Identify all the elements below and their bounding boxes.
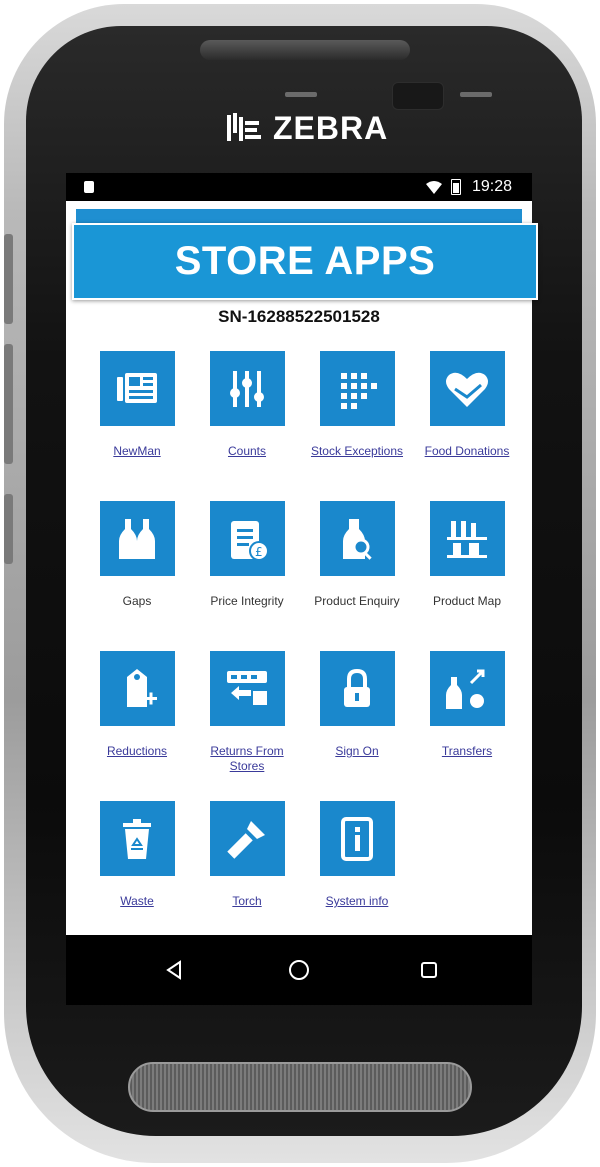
svg-text:£: £ [255,545,263,559]
brand-name: ZEBRA [273,109,389,146]
home-button[interactable] [282,953,316,987]
app-label[interactable]: Stock Exceptions [303,444,411,459]
status-bar: 19:28 [66,173,532,201]
app-system-info[interactable]: System info [302,801,412,951]
app-torch[interactable]: Torch [192,801,302,951]
light-sensor [460,92,492,97]
stock-exceptions-icon[interactable] [319,351,395,426]
scan-button[interactable] [4,494,13,564]
app-label[interactable]: NewMan [83,444,191,459]
status-time: 19:28 [472,178,513,195]
back-triangle-icon [166,960,181,980]
flashlight-icon[interactable] [209,801,285,876]
app-food-donations[interactable]: Food Donations [412,351,522,501]
brand-logo: ZEBRA [225,110,388,146]
recent-apps-button[interactable] [412,953,446,987]
app-product-map[interactable]: Product Map [412,501,522,651]
serial-number: SN-16288522501528 [218,307,380,326]
app-content: SN-16288522501528 NewMan Counts Stock Ex… [66,201,532,935]
price-tag-icon[interactable] [99,651,175,726]
shelf-icon[interactable] [429,501,505,576]
app-product-enquiry[interactable]: Product Enquiry [302,501,412,651]
app-label[interactable]: Transfers [413,744,521,759]
bottles-icon[interactable] [99,501,175,576]
app-label[interactable]: Waste [83,894,191,909]
square-icon [421,962,437,978]
heart-hands-icon[interactable] [429,351,505,426]
side-button[interactable] [4,234,13,324]
app-returns-from-stores[interactable]: Returns From Stores [192,651,302,801]
notification-icon [84,181,94,193]
app-stock-exceptions[interactable]: Stock Exceptions [302,351,412,501]
app-sign-on[interactable]: Sign On [302,651,412,801]
bottle-search-icon[interactable] [319,501,395,576]
info-icon[interactable] [319,801,395,876]
nav-bar [66,935,532,1005]
app-label[interactable]: Counts [193,444,301,459]
battery-icon [451,179,461,195]
banner-title: STORE APPS [174,239,436,283]
lock-icon[interactable] [319,651,395,726]
zebra-head-icon [227,113,261,141]
counts-icon[interactable] [209,351,285,426]
newspaper-icon[interactable] [99,351,175,426]
header-bar [76,209,522,223]
app-label[interactable]: Returns From Stores [193,744,301,774]
app-label[interactable]: Product Enquiry [303,594,411,609]
app-counts[interactable]: Counts [192,351,302,501]
app-label[interactable]: Gaps [83,594,191,609]
app-newman[interactable]: NewMan [82,351,192,501]
app-reductions[interactable]: Reductions [82,651,192,801]
app-waste[interactable]: Waste [82,801,192,951]
transfer-icon[interactable] [429,651,505,726]
front-camera [392,82,444,110]
app-label[interactable]: Product Map [413,594,521,609]
recycle-bin-icon[interactable] [99,801,175,876]
app-label[interactable]: Sign On [303,744,411,759]
app-transfers[interactable]: Transfers [412,651,522,801]
app-label[interactable]: Food Donations [413,444,521,459]
app-label[interactable]: Price Integrity [193,594,301,609]
price-clipboard-icon[interactable]: £ [209,501,285,576]
store-return-icon[interactable] [209,651,285,726]
app-label[interactable]: Torch [193,894,301,909]
store-apps-banner: STORE APPS [72,223,538,300]
bottom-speaker [128,1062,472,1112]
app-label[interactable]: Reductions [83,744,191,759]
app-label[interactable]: System info [303,894,411,909]
home-circle-icon [289,960,309,980]
back-button[interactable] [157,953,191,987]
app-gaps[interactable]: Gaps [82,501,192,651]
app-grid: NewMan Counts Stock Exceptions Food Dona… [82,351,522,951]
volume-button[interactable] [4,344,13,464]
proximity-sensor [285,92,317,97]
app-price-integrity[interactable]: £ Price Integrity [192,501,302,651]
wifi-icon [426,181,442,194]
earpiece-speaker [200,40,410,60]
